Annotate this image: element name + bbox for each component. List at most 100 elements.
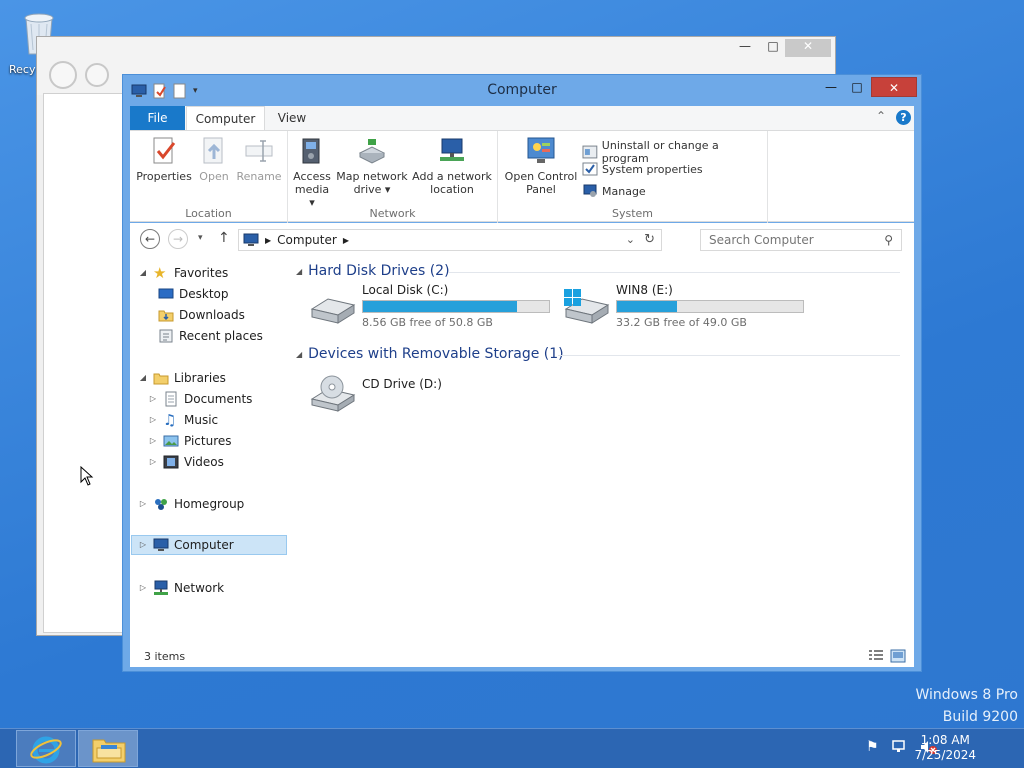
ribbon-group-location: Properties Open Rename Location — [130, 131, 288, 223]
address-dropdown-icon[interactable]: ⌄ — [626, 233, 635, 246]
nav-favorites[interactable]: ◢ ★ Favorites — [138, 263, 228, 283]
open-button[interactable]: Open — [194, 135, 234, 183]
ie-back-button[interactable] — [49, 61, 77, 89]
nav-downloads[interactable]: Downloads — [158, 305, 245, 325]
drive-e-usage-bar — [616, 300, 804, 313]
network-icon — [154, 580, 168, 595]
drive-c-usage-fill — [363, 301, 518, 312]
collapse-arrow-icon[interactable]: ▷ — [148, 389, 158, 409]
ie-forward-button[interactable] — [85, 63, 109, 87]
nav-network[interactable]: ▷ Network — [138, 578, 224, 598]
group-header-removable[interactable]: ◢ Devices with Removable Storage (1) — [296, 346, 564, 362]
music-icon: ♫ — [163, 411, 177, 429]
documents-icon — [165, 391, 177, 407]
breadcrumb-chevron-icon[interactable]: ▶ — [343, 236, 349, 245]
taskbar-explorer-button[interactable] — [78, 730, 138, 767]
ie-close-button[interactable]: ✕ — [785, 39, 831, 57]
tab-view[interactable]: View — [268, 106, 316, 130]
collapse-arrow-icon[interactable]: ▷ — [148, 410, 158, 430]
properties-button[interactable]: Properties — [136, 135, 192, 183]
explorer-titlebar[interactable]: ▾ Computer — □ ✕ — [123, 75, 921, 105]
open-icon — [203, 137, 223, 164]
manage-button[interactable]: Manage — [582, 183, 646, 199]
drive-e-name: WIN8 (E:) — [616, 283, 673, 297]
address-bar[interactable]: ▶ Computer ▶ ⌄ ↻ — [238, 229, 662, 251]
ribbon-tabs: File Computer View ⌃ ? — [130, 106, 914, 130]
maximize-button[interactable]: □ — [843, 77, 871, 97]
open-control-panel-button[interactable]: Open Control Panel — [504, 135, 578, 196]
help-icon[interactable]: ? — [896, 110, 911, 125]
nav-desktop[interactable]: Desktop — [158, 284, 229, 304]
nav-recent-places[interactable]: Recent places — [158, 326, 263, 346]
nav-music[interactable]: ▷ ♫ Music — [148, 410, 218, 430]
windows-drive-icon — [564, 289, 610, 324]
tab-file[interactable]: File — [130, 106, 185, 130]
system-properties-button[interactable]: System properties — [582, 161, 703, 177]
nav-favorites-label: Favorites — [174, 266, 229, 280]
breadcrumb-separator-icon[interactable]: ▶ — [265, 236, 271, 245]
nav-videos[interactable]: ▷ Videos — [148, 452, 224, 472]
ribbon-collapse-icon[interactable]: ⌃ — [876, 109, 886, 123]
network-status-icon[interactable] — [891, 739, 907, 755]
nav-libraries-label: Libraries — [174, 371, 226, 385]
collapse-arrow-icon[interactable]: ▷ — [148, 452, 158, 472]
nav-documents-label: Documents — [184, 392, 253, 406]
explorer-window[interactable]: ▾ Computer — □ ✕ File Computer View ⌃ ? … — [122, 74, 922, 672]
expand-arrow-icon[interactable]: ◢ — [138, 368, 148, 388]
manage-icon — [583, 184, 597, 197]
drive-d[interactable]: CD Drive (D:) — [308, 369, 560, 417]
nav-computer-label: Computer — [174, 538, 234, 552]
system-group-label: System — [611, 207, 654, 220]
add-network-location-button[interactable]: Add a network location — [412, 135, 492, 196]
back-button[interactable]: ← — [140, 229, 160, 249]
group-header-hdd[interactable]: ◢ Hard Disk Drives (2) — [296, 263, 450, 279]
collapse-arrow-icon[interactable]: ▷ — [138, 535, 148, 555]
minimize-button[interactable]: — — [817, 77, 845, 97]
taskbar-ie-button[interactable] — [16, 730, 76, 767]
ie-maximize-button[interactable]: □ — [759, 39, 787, 57]
nav-pictures[interactable]: ▷ Pictures — [148, 431, 232, 451]
system-properties-label: System properties — [602, 162, 703, 176]
drive-c[interactable]: Local Disk (C:) 8.56 GB free of 50.8 GB — [308, 283, 560, 331]
tab-computer[interactable]: Computer — [186, 106, 265, 130]
group-divider — [448, 272, 900, 273]
breadcrumb-computer[interactable]: Computer — [277, 233, 337, 247]
group-collapse-icon[interactable]: ◢ — [296, 267, 302, 276]
ribbon: Properties Open Rename Location Access m… — [130, 130, 914, 223]
access-media-icon — [302, 138, 320, 164]
watermark-build: Build 9200 — [942, 709, 1018, 725]
close-button[interactable]: ✕ — [871, 77, 917, 97]
access-media-label: Access media ▾ — [293, 170, 331, 209]
large-icons-view-icon[interactable] — [890, 649, 906, 663]
search-icon[interactable]: ⚲ — [884, 233, 893, 247]
drive-d-name: CD Drive (D:) — [362, 377, 442, 391]
ribbon-group-system: Open Control Panel Uninstall or change a… — [498, 131, 768, 223]
drive-e[interactable]: WIN8 (E:) 33.2 GB free of 49.0 GB — [562, 283, 814, 331]
rename-button[interactable]: Rename — [234, 135, 284, 183]
collapse-arrow-icon[interactable]: ▷ — [138, 494, 148, 514]
recent-locations-icon[interactable]: ▾ — [198, 233, 203, 243]
search-box[interactable]: ⚲ — [700, 229, 902, 251]
expand-arrow-icon[interactable]: ◢ — [138, 263, 148, 283]
up-arrow-icon[interactable]: ↑ — [218, 230, 230, 246]
location-group-label: Location — [185, 207, 232, 220]
drive-c-name: Local Disk (C:) — [362, 283, 449, 297]
access-media-button[interactable]: Access media ▾ — [292, 135, 332, 209]
clock[interactable]: 1:08 AM 7/25/2024 — [914, 733, 976, 763]
nav-documents[interactable]: ▷ Documents — [148, 389, 252, 409]
nav-libraries[interactable]: ◢ Libraries — [138, 368, 226, 388]
refresh-icon[interactable]: ↻ — [644, 232, 655, 247]
nav-computer[interactable]: ▷ Computer — [131, 535, 287, 555]
action-center-flag-icon[interactable]: ⚑ — [866, 739, 879, 755]
collapse-arrow-icon[interactable]: ▷ — [138, 578, 148, 598]
nav-homegroup[interactable]: ▷ Homegroup — [138, 494, 244, 514]
address-row: ← → ▾ ↑ ▶ Computer ▶ ⌄ ↻ ⚲ — [130, 223, 914, 257]
group-collapse-icon[interactable]: ◢ — [296, 350, 302, 359]
details-view-icon[interactable] — [868, 649, 884, 663]
ie-minimize-button[interactable]: — — [731, 39, 759, 57]
collapse-arrow-icon[interactable]: ▷ — [148, 431, 158, 451]
map-network-drive-button[interactable]: Map network drive ▾ — [336, 135, 408, 196]
computer-icon — [153, 538, 169, 551]
search-input[interactable] — [709, 233, 879, 247]
forward-button[interactable]: → — [168, 229, 188, 249]
